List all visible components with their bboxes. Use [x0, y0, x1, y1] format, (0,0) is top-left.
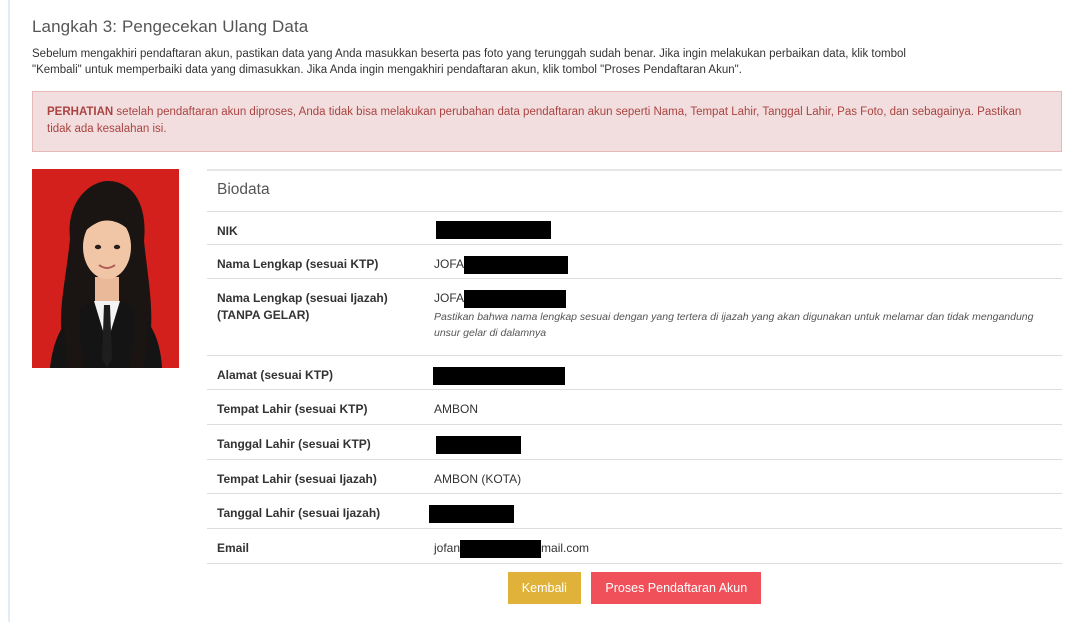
row-nama-ijazah: Nama Lengkap (sesuai Ijazah) (TANPA GELA… — [207, 279, 1062, 356]
label-nik: NIK — [217, 224, 238, 238]
row-email: Email jofan mail.com — [207, 529, 1062, 564]
label-alamat: Alamat (sesuai KTP) — [217, 368, 334, 382]
row-alamat: Alamat (sesuai KTP) — [207, 356, 1062, 390]
row-tanggal-ijazah: Tanggal Lahir (sesuai Ijazah) — [207, 494, 1062, 529]
registration-review-page: Langkah 3: Pengecekan Ulang Data Sebelum… — [0, 0, 1077, 622]
biodata-section: Biodata NIK Nama Lengkap (sesuai KTP) JO… — [32, 169, 1062, 629]
label-tempat-ijazah: Tempat Lahir (sesuai Ijazah) — [217, 472, 377, 486]
label-tanggal-ktp: Tanggal Lahir (sesuai KTP) — [217, 437, 371, 451]
row-nik: NIK — [207, 212, 1062, 245]
label-tanggal-ijazah: Tanggal Lahir (sesuai Ijazah) — [217, 506, 381, 520]
label-nama-ijazah-line2: (TANPA GELAR) — [217, 308, 310, 322]
redacted-block — [464, 289, 567, 308]
redacted-block — [429, 504, 514, 523]
alert-text: setelah pendaftaran akun diproses, Anda … — [47, 106, 1022, 135]
value-tanggal-ktp — [425, 425, 1062, 459]
value-tanggal-ijazah — [425, 494, 1062, 528]
label-tempat-ktp: Tempat Lahir (sesuai KTP) — [217, 402, 368, 416]
redacted-block — [433, 366, 565, 385]
row-tanggal-ktp: Tanggal Lahir (sesuai KTP) — [207, 425, 1062, 460]
row-nama-ktp: Nama Lengkap (sesuai KTP) JOFA — [207, 245, 1062, 279]
step-title: Langkah 3: Pengecekan Ulang Data — [32, 17, 309, 36]
warning-alert: PERHATIAN setelah pendaftaran akun dipro… — [32, 91, 1062, 152]
intro-line-2: "Kembali" untuk memperbaiki data yang di… — [32, 64, 742, 76]
value-nama-ijazah: JOFA Pastikan bahwa nama lengkap sesuai … — [425, 279, 1062, 355]
value-tempat-ijazah: AMBON (KOTA) — [425, 460, 1062, 493]
proses-pendaftaran-button[interactable]: Proses Pendaftaran Akun — [591, 572, 762, 604]
biodata-heading: Biodata — [207, 169, 1062, 212]
biodata-table: Biodata NIK Nama Lengkap (sesuai KTP) JO… — [207, 169, 1062, 604]
tempat-ijazah-value: AMBON (KOTA) — [434, 472, 522, 486]
intro-text: Sebelum mengakhiri pendaftaran akun, pas… — [32, 46, 1052, 78]
label-email: Email — [217, 541, 250, 555]
redacted-block — [464, 255, 569, 274]
label-nama-ijazah-line1: Nama Lengkap (sesuai Ijazah) — [217, 291, 388, 305]
email-prefix: jofan — [434, 541, 461, 555]
nama-ktp-prefix: JOFA — [434, 257, 465, 271]
email-suffix: mail.com — [541, 541, 590, 555]
alert-strong: PERHATIAN — [47, 106, 114, 118]
value-tempat-ktp: AMBON — [425, 390, 1062, 424]
row-tempat-ijazah: Tempat Lahir (sesuai Ijazah) AMBON (KOTA… — [207, 460, 1062, 494]
label-nama-ktp: Nama Lengkap (sesuai KTP) — [217, 257, 379, 271]
nama-ijazah-hint: Pastikan bahwa nama lengkap sesuai denga… — [434, 311, 1034, 339]
left-border-rule — [8, 0, 10, 622]
value-email: jofan mail.com — [425, 529, 1062, 563]
portrait-photo-icon — [32, 169, 179, 368]
label-nama-ijazah: Nama Lengkap (sesuai Ijazah) (TANPA GELA… — [207, 279, 425, 355]
redacted-block — [436, 220, 551, 239]
pas-foto-image — [32, 169, 179, 368]
tempat-ktp-value: AMBON — [434, 402, 479, 416]
kembali-button[interactable]: Kembali — [507, 572, 581, 604]
value-nik — [425, 212, 1062, 244]
intro-line-1: Sebelum mengakhiri pendaftaran akun, pas… — [32, 48, 906, 60]
value-nama-ktp: JOFA — [425, 245, 1062, 278]
action-buttons: Kembali Proses Pendaftaran Akun — [207, 572, 1062, 604]
value-alamat — [425, 356, 1062, 389]
redacted-block — [436, 435, 521, 454]
redacted-block — [460, 539, 542, 558]
row-tempat-ktp: Tempat Lahir (sesuai KTP) AMBON — [207, 390, 1062, 425]
content-area: Langkah 3: Pengecekan Ulang Data Sebelum… — [32, 0, 1062, 629]
nama-ijazah-prefix: JOFA — [434, 291, 465, 305]
